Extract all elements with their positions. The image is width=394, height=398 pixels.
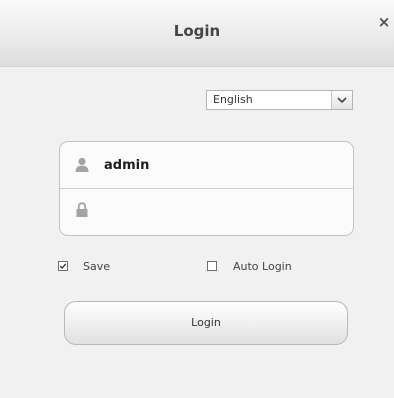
title-bar: Login × bbox=[0, 0, 394, 67]
save-option[interactable]: Save bbox=[58, 259, 110, 273]
credentials-panel: admin bbox=[59, 141, 354, 236]
window-title: Login bbox=[173, 22, 221, 40]
dropdown-arrow-button[interactable] bbox=[331, 91, 352, 109]
close-icon[interactable]: × bbox=[376, 14, 392, 30]
lock-icon bbox=[76, 202, 88, 217]
field-divider bbox=[60, 188, 353, 189]
save-label: Save bbox=[83, 259, 111, 273]
auto-login-option[interactable]: Auto Login bbox=[207, 259, 292, 273]
login-dialog: Login × English admin Save Auto Login Lo… bbox=[0, 0, 394, 398]
auto-login-checkbox[interactable] bbox=[207, 261, 217, 271]
language-selected-value: English bbox=[213, 93, 253, 106]
auto-login-label: Auto Login bbox=[233, 259, 292, 273]
save-checkbox[interactable] bbox=[58, 261, 68, 271]
password-field[interactable] bbox=[104, 199, 334, 221]
language-select[interactable]: English bbox=[206, 90, 353, 110]
user-icon bbox=[75, 157, 89, 172]
chevron-down-icon bbox=[337, 97, 347, 104]
login-button[interactable]: Login bbox=[64, 301, 348, 345]
username-field[interactable]: admin bbox=[104, 158, 149, 173]
checkmark-icon bbox=[59, 263, 67, 269]
